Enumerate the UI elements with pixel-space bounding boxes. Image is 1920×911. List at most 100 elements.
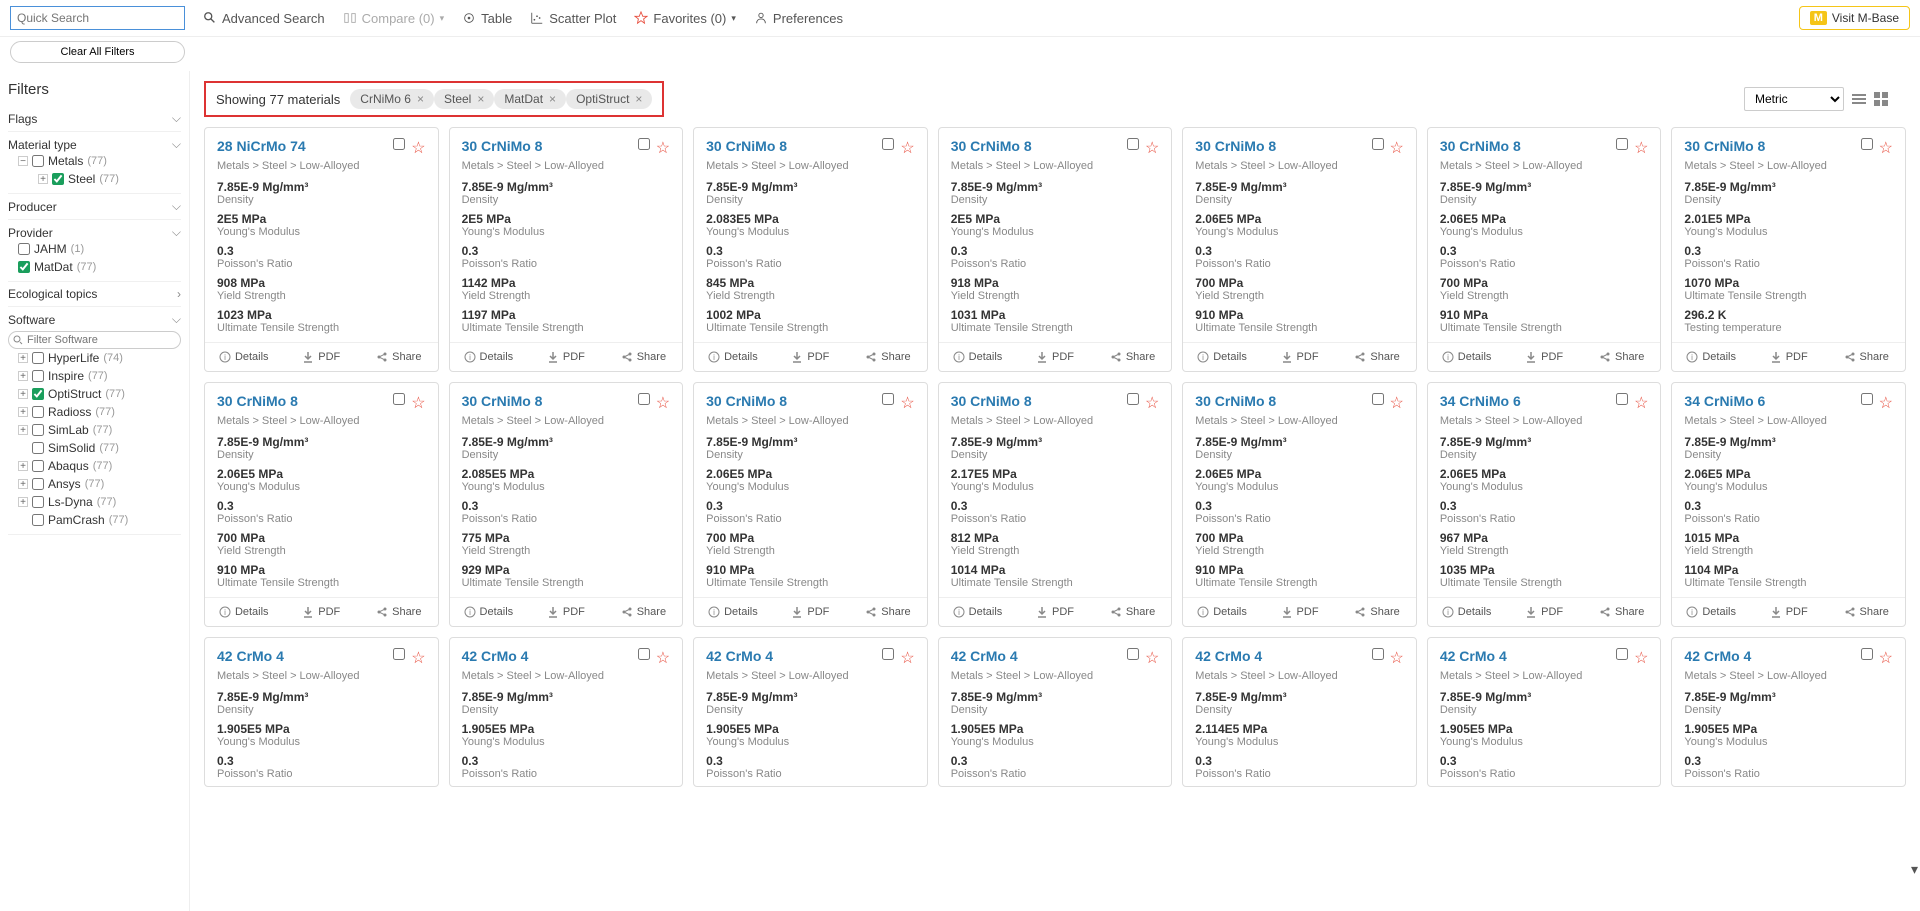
collapse-icon[interactable]: − [18, 156, 28, 166]
table-view-link[interactable]: Table [462, 11, 512, 26]
filter-group-eco[interactable]: Ecological topics› [8, 287, 181, 301]
software-checkbox[interactable] [32, 460, 44, 472]
tree-item-simlab[interactable]: +SimLab(77) [8, 421, 181, 439]
advanced-search-link[interactable]: Advanced Search [203, 11, 325, 26]
tree-item-metals[interactable]: −Metals(77) [8, 152, 181, 170]
favorite-star-icon[interactable]: ☆ [411, 648, 425, 668]
tree-item-radioss[interactable]: +Radioss(77) [8, 403, 181, 421]
remove-chip-icon[interactable]: × [635, 92, 642, 106]
software-checkbox[interactable] [32, 352, 44, 364]
filter-chip[interactable]: OptiStruct × [566, 89, 652, 109]
material-title[interactable]: 30 CrNiMo 8 [1195, 138, 1365, 154]
details-button[interactable]: iDetails [1183, 343, 1261, 371]
favorite-star-icon[interactable]: ☆ [411, 393, 425, 413]
favorite-star-icon[interactable]: ☆ [1879, 393, 1893, 413]
compare-checkbox[interactable] [1616, 648, 1628, 660]
pdf-button[interactable]: PDF [1750, 598, 1828, 626]
compare-checkbox[interactable] [1372, 648, 1384, 660]
expand-icon[interactable]: + [18, 425, 28, 435]
material-title[interactable]: 42 CrMo 4 [217, 648, 387, 664]
compare-checkbox[interactable] [1616, 138, 1628, 150]
favorite-star-icon[interactable]: ☆ [656, 648, 670, 668]
favorite-star-icon[interactable]: ☆ [1390, 138, 1404, 158]
material-title[interactable]: 30 CrNiMo 8 [462, 138, 632, 154]
grid-view-icon[interactable] [1874, 92, 1888, 106]
compare-checkbox[interactable] [393, 648, 405, 660]
expand-icon[interactable]: + [18, 389, 28, 399]
share-button[interactable]: Share [1827, 343, 1905, 371]
material-title[interactable]: 30 CrNiMo 8 [1684, 138, 1854, 154]
compare-checkbox[interactable] [1861, 648, 1873, 660]
details-button[interactable]: iDetails [1428, 598, 1506, 626]
compare-checkbox[interactable] [882, 648, 894, 660]
preferences-link[interactable]: Preferences [754, 11, 843, 26]
pdf-button[interactable]: PDF [1505, 343, 1583, 371]
favorite-star-icon[interactable]: ☆ [1634, 138, 1648, 158]
compare-checkbox[interactable] [882, 393, 894, 405]
tree-item-ansys[interactable]: +Ansys(77) [8, 475, 181, 493]
pdf-button[interactable]: PDF [772, 343, 850, 371]
compare-checkbox[interactable] [393, 393, 405, 405]
software-checkbox[interactable] [32, 424, 44, 436]
tree-item-ls-dyna[interactable]: +Ls-Dyna(77) [8, 493, 181, 511]
tree-item-pamcrash[interactable]: PamCrash(77) [8, 511, 181, 529]
tree-item-steel[interactable]: +Steel(77) [8, 170, 181, 188]
details-button[interactable]: iDetails [694, 343, 772, 371]
software-checkbox[interactable] [32, 388, 44, 400]
compare-checkbox[interactable] [1861, 393, 1873, 405]
favorite-star-icon[interactable]: ☆ [1145, 393, 1159, 413]
quick-search-input[interactable] [10, 6, 185, 30]
compare-checkbox[interactable] [638, 648, 650, 660]
material-title[interactable]: 30 CrNiMo 8 [1440, 138, 1610, 154]
tree-item-abaqus[interactable]: +Abaqus(77) [8, 457, 181, 475]
share-button[interactable]: Share [1094, 343, 1172, 371]
material-title[interactable]: 42 CrMo 4 [1195, 648, 1365, 664]
tree-item-matdat[interactable]: MatDat(77) [8, 258, 181, 276]
pdf-button[interactable]: PDF [1261, 598, 1339, 626]
compare-checkbox[interactable] [638, 393, 650, 405]
details-button[interactable]: iDetails [1428, 343, 1506, 371]
share-button[interactable]: Share [849, 343, 927, 371]
matdat-checkbox[interactable] [18, 261, 30, 273]
software-checkbox[interactable] [32, 370, 44, 382]
tree-item-hyperlife[interactable]: +HyperLife(74) [8, 349, 181, 367]
compare-checkbox[interactable] [1372, 138, 1384, 150]
favorite-star-icon[interactable]: ☆ [1145, 138, 1159, 158]
tree-item-jahm[interactable]: JAHM(1) [8, 240, 181, 258]
filter-group-software[interactable]: Software⌵ [8, 312, 181, 327]
pdf-button[interactable]: PDF [283, 598, 361, 626]
filter-chip[interactable]: CrNiMo 6 × [350, 89, 434, 109]
material-title[interactable]: 42 CrMo 4 [1684, 648, 1854, 664]
share-button[interactable]: Share [1338, 343, 1416, 371]
expand-icon[interactable]: + [18, 479, 28, 489]
details-button[interactable]: iDetails [939, 598, 1017, 626]
material-title[interactable]: 30 CrNiMo 8 [217, 393, 387, 409]
details-button[interactable]: iDetails [1183, 598, 1261, 626]
expand-icon[interactable]: + [38, 174, 48, 184]
favorites-link[interactable]: Favorites (0) ▾ [634, 11, 736, 26]
pdf-button[interactable]: PDF [527, 598, 605, 626]
details-button[interactable]: iDetails [205, 598, 283, 626]
software-checkbox[interactable] [32, 496, 44, 508]
expand-icon[interactable]: + [18, 407, 28, 417]
details-button[interactable]: iDetails [205, 343, 283, 371]
pdf-button[interactable]: PDF [1261, 343, 1339, 371]
metals-checkbox[interactable] [32, 155, 44, 167]
material-title[interactable]: 42 CrMo 4 [1440, 648, 1610, 664]
scroll-down-icon[interactable]: ▾ [1911, 861, 1918, 878]
share-button[interactable]: Share [605, 343, 683, 371]
pdf-button[interactable]: PDF [1505, 598, 1583, 626]
steel-checkbox[interactable] [52, 173, 64, 185]
compare-checkbox[interactable] [393, 138, 405, 150]
material-title[interactable]: 30 CrNiMo 8 [951, 138, 1121, 154]
expand-icon[interactable]: + [18, 497, 28, 507]
material-title[interactable]: 30 CrNiMo 8 [951, 393, 1121, 409]
favorite-star-icon[interactable]: ☆ [900, 393, 914, 413]
material-title[interactable]: 30 CrNiMo 8 [706, 393, 876, 409]
jahm-checkbox[interactable] [18, 243, 30, 255]
list-view-icon[interactable] [1852, 92, 1866, 106]
compare-checkbox[interactable] [1127, 648, 1139, 660]
filter-chip[interactable]: MatDat × [494, 89, 566, 109]
unit-system-select[interactable]: Metric [1744, 87, 1844, 111]
software-checkbox[interactable] [32, 478, 44, 490]
